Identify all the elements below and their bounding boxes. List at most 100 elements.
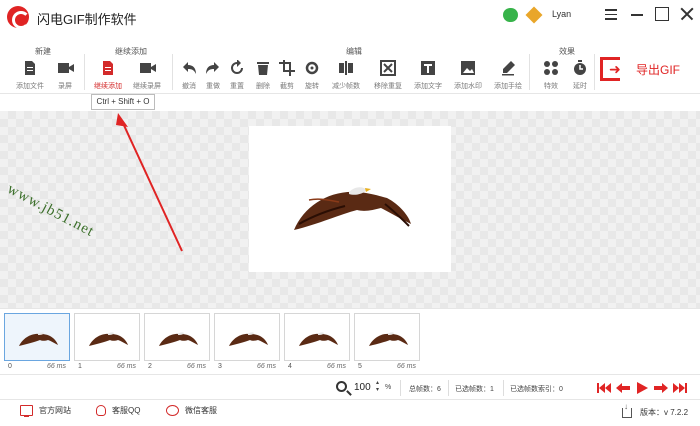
add-watermark-label: 添加水印: [454, 83, 482, 90]
frame-duration: 66 ms: [396, 363, 416, 370]
play-icon[interactable]: [635, 382, 649, 394]
document-add-icon: [100, 60, 116, 76]
frame-duration: 66 ms: [186, 363, 206, 370]
monitor-icon: [20, 405, 33, 417]
export-gif-button[interactable]: 导出GIF: [600, 55, 680, 83]
total-frames: 总帧数：6: [409, 386, 441, 393]
frame-strip[interactable]: 0 66 ms 1 66 ms 2 66 ms 3 66 ms 4 66 ms 5 66 ms: [0, 308, 700, 374]
reduce-frames-icon: [338, 60, 354, 76]
frame-index: 1: [78, 363, 82, 370]
version-label: 版本：v 7.2.2: [640, 408, 689, 417]
footer: 官方网站 客服QQ 微信客服 版本：v 7.2.2: [0, 400, 700, 426]
frame-meta: 2 66 ms: [144, 361, 210, 370]
remove-duplicates-button[interactable]: 移除重复: [369, 60, 407, 94]
rotate-icon: [304, 60, 320, 76]
first-frame-icon[interactable]: [597, 382, 611, 394]
previous-frame-icon[interactable]: [616, 382, 630, 394]
qq-support-link[interactable]: 客服QQ: [96, 405, 140, 416]
frame-meta: 3 66 ms: [214, 361, 280, 370]
frame-duration: 66 ms: [46, 363, 66, 370]
username[interactable]: Lyan: [552, 9, 571, 19]
frame-index: 2: [148, 363, 152, 370]
add-handwriting-label: 添加手绘: [494, 83, 522, 90]
continue-add-button[interactable]: 继续添加: [89, 60, 127, 94]
frame-thumbnail[interactable]: 1 66 ms: [74, 313, 140, 375]
toolbar-separator: [529, 54, 530, 90]
pen-icon: [500, 60, 516, 76]
continue-add-label: 继续添加: [94, 83, 122, 90]
frame-thumbnail[interactable]: 5 66 ms: [354, 313, 420, 375]
frame-thumbnail[interactable]: 4 66 ms: [284, 313, 350, 375]
reduce-frames-label: 减少帧数: [332, 83, 360, 90]
watermark-icon: [460, 60, 476, 76]
add-file-button[interactable]: 添加文件: [11, 60, 49, 94]
official-site-link[interactable]: 官方网站: [20, 405, 71, 417]
rotate-button[interactable]: 旋转: [293, 60, 331, 94]
frame-duration: 66 ms: [116, 363, 136, 370]
zoom-stepper[interactable]: ▴ ▾: [376, 380, 379, 394]
frame-image: [74, 313, 140, 361]
last-frame-icon[interactable]: [673, 382, 687, 394]
shortcut-tooltip: Ctrl + Shift + O: [91, 94, 155, 110]
zoom-unit: %: [385, 384, 392, 391]
rotate-label: 旋转: [305, 83, 319, 90]
frame-thumbnail[interactable]: 3 66 ms: [214, 313, 280, 375]
add-file-label: 添加文件: [16, 83, 44, 90]
frame-duration: 66 ms: [256, 363, 276, 370]
wechat-icon[interactable]: [503, 8, 518, 22]
export-icon: [600, 57, 621, 81]
group-title-edit: 编辑: [346, 47, 362, 56]
frame-image: [214, 313, 280, 361]
video-camera-icon: [139, 60, 156, 76]
frame-image: [144, 313, 210, 361]
toolbar: 新建 继续添加 编辑 效果 添加文件 录屏 继续添加 继续录屏 撤消 重做 重置…: [0, 44, 700, 94]
frame-thumbnail[interactable]: 0 66 ms: [4, 313, 70, 375]
group-title-effects: 效果: [559, 47, 575, 56]
title-bar: 闪电GIF制作软件 Lyan: [0, 0, 700, 32]
remove-duplicates-icon: [380, 60, 396, 76]
version-info[interactable]: 版本：v 7.2.2: [622, 402, 689, 418]
app-title: 闪电GIF制作软件: [37, 12, 137, 27]
frame-index: 3: [218, 363, 222, 370]
add-handwriting-button[interactable]: 添加手绘: [489, 60, 527, 94]
frame-thumbnail[interactable]: 2 66 ms: [144, 313, 210, 375]
zoom-icon: [336, 381, 347, 392]
qq-support-label: 客服QQ: [112, 406, 141, 415]
maximize-icon[interactable]: [652, 4, 672, 24]
add-text-button[interactable]: 添加文字: [409, 60, 447, 94]
zoom-control[interactable]: 100 ▴ ▾ %: [334, 380, 396, 397]
menu-icon[interactable]: [601, 4, 621, 24]
close-icon[interactable]: [677, 4, 697, 24]
canvas-area: www.jb51.net: [0, 111, 700, 308]
record-screen-button[interactable]: 录屏: [46, 60, 84, 94]
add-text-label: 添加文字: [414, 83, 442, 90]
download-icon: [622, 402, 632, 418]
wechat-support-label: 微信客服: [185, 406, 217, 415]
frame-index: 0: [8, 363, 12, 370]
frame-image: [284, 313, 350, 361]
next-frame-icon[interactable]: [654, 382, 668, 394]
wechat-support-icon: [166, 405, 179, 416]
group-title-continue-add: 继续添加: [115, 47, 147, 56]
frame-image: [4, 313, 70, 361]
frame-image: [354, 313, 420, 361]
vip-icon[interactable]: [525, 6, 543, 24]
status-bar: 100 ▴ ▾ % 总帧数：6 已选帧数：1 已选帧数索引：0: [0, 374, 700, 400]
status-separator: [503, 380, 504, 396]
reduce-frames-button[interactable]: 减少帧数: [327, 60, 365, 94]
document-icon: [22, 60, 38, 76]
wechat-support-link[interactable]: 微信客服: [166, 405, 217, 416]
qq-icon: [96, 405, 106, 416]
add-watermark-button[interactable]: 添加水印: [449, 60, 487, 94]
zoom-input[interactable]: 100: [354, 382, 371, 393]
frame-index: 5: [358, 363, 362, 370]
toolbar-separator: [84, 54, 85, 90]
frame-meta: 1 66 ms: [74, 361, 140, 370]
toolbar-separator: [594, 54, 595, 90]
continue-record-button[interactable]: 继续录屏: [128, 60, 166, 94]
frame-meta: 4 66 ms: [284, 361, 350, 370]
frame-index: 4: [288, 363, 292, 370]
minimize-icon[interactable]: [627, 4, 647, 24]
video-camera-icon: [57, 60, 74, 76]
app-logo-icon: [7, 6, 30, 29]
